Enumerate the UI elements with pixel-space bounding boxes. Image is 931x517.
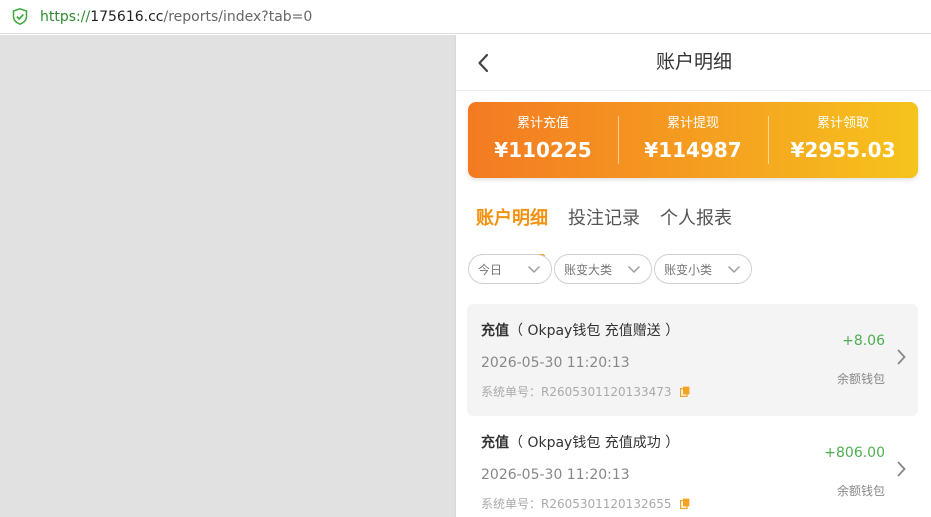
record-type: 充值 [481,435,509,451]
filter-date-select[interactable]: 今日 [468,254,552,284]
filter-label: 账变大类 [564,262,613,277]
summary-card: 累计充值 ¥110225 累计提现 ¥114987 累计领取 ¥2955.03 [468,102,918,178]
mobile-panel: 账户明细 累计充值 ¥110225 累计提现 ¥114987 累计领取 ¥295… [455,35,931,517]
record-order-text: 系统单号：R2605301120132655 [481,497,672,511]
chevron-right-icon [897,461,906,477]
record-title: 充值（ Okpay钱包 充值赠送 ） [481,320,679,340]
record-detail: （ Okpay钱包 充值成功 ） [509,435,680,451]
url-path: /reports/index?tab=0 [163,9,313,25]
record-order-text: 系统单号：R2605301120133473 [481,385,672,399]
stat-value: ¥110225 [494,138,592,162]
record-amount: +806.00 [824,445,885,461]
chevron-down-icon [628,265,640,273]
url-scheme: https:// [40,9,91,25]
list-item[interactable]: 充值（ Okpay钱包 充值成功 ） 2026-05-30 11:20:13 系… [467,416,918,517]
tab-bar: 账户明细 投注记录 个人报表 [476,206,752,259]
list-item[interactable]: 充值（ Okpay钱包 充值赠送 ） 2026-05-30 11:20:13 系… [467,304,918,416]
stat-value: ¥114987 [644,138,742,162]
shield-check-icon [12,8,28,25]
record-amount: +8.06 [842,333,885,349]
tab-account-details[interactable]: 账户明细 [476,206,548,232]
filter-label: 账变小类 [664,262,713,277]
stat-value: ¥2955.03 [790,138,896,162]
record-type: 充值 [481,323,509,339]
stat-label: 累计领取 [816,116,869,131]
record-order: 系统单号：R2605301120133473 [481,383,690,400]
record-wallet: 余额钱包 [836,484,885,498]
page-title: 账户明细 [655,51,732,73]
copy-icon[interactable] [679,386,690,397]
tab-bet-records[interactable]: 投注记录 [568,206,640,232]
record-wallet: 余额钱包 [836,372,885,386]
chevron-down-icon [728,265,740,273]
address-bar[interactable]: https://175616.cc/reports/index?tab=0 [0,0,931,34]
filter-category-select[interactable]: 账变大类 [554,254,652,284]
stat-label: 累计充值 [516,116,569,131]
record-title: 充值（ Okpay钱包 充值成功 ） [481,432,679,452]
top-nav: 账户明细 [456,35,931,91]
tab-personal-report[interactable]: 个人报表 [660,206,732,232]
tabs-section: 账户明细 投注记录 个人报表 今日 账变大类 账变小类 [456,192,931,292]
url-host: 175616.cc [90,9,164,25]
chevron-right-icon [897,349,906,365]
stat-total-withdrawal: 累计提现 ¥114987 [618,102,768,178]
filter-bar: 今日 账变大类 账变小类 [468,254,754,284]
record-list: 充值（ Okpay钱包 充值赠送 ） 2026-05-30 11:20:13 系… [456,292,931,517]
stat-label: 累计提现 [666,116,719,131]
chevron-down-icon [528,265,540,273]
copy-icon[interactable] [679,498,690,509]
stat-total-claimed: 累计领取 ¥2955.03 [768,102,918,178]
url-text[interactable]: https://175616.cc/reports/index?tab=0 [40,8,312,26]
record-time: 2026-05-30 11:20:13 [481,355,630,371]
summary-section: 累计充值 ¥110225 累计提现 ¥114987 累计领取 ¥2955.03 [456,91,931,192]
record-order: 系统单号：R2605301120132655 [481,495,690,512]
filter-subcategory-select[interactable]: 账变小类 [654,254,752,284]
record-time: 2026-05-30 11:20:13 [481,467,630,483]
filter-label: 今日 [478,262,503,277]
stat-total-deposit: 累计充值 ¥110225 [468,102,618,178]
record-detail: （ Okpay钱包 充值赠送 ） [509,323,680,339]
